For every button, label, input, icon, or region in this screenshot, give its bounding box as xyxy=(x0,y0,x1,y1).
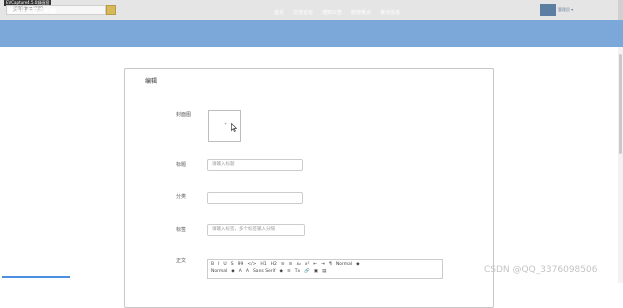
background-color-button[interactable]: A xyxy=(246,268,249,275)
h2-button[interactable]: H2 xyxy=(271,261,277,268)
font-select-arrow-icon: ◆ xyxy=(279,269,283,274)
card-heading: 编辑 xyxy=(145,78,158,85)
header-select[interactable]: Normal xyxy=(211,268,227,275)
bold-button[interactable]: B xyxy=(211,261,214,268)
quote-button[interactable]: 99 xyxy=(238,261,244,268)
clear-format-button[interactable]: Tx xyxy=(295,268,300,275)
font-select[interactable]: Sans Serif xyxy=(253,268,276,275)
cover-label: 封面图 xyxy=(176,112,192,118)
loading-progress-bar xyxy=(2,276,70,278)
link-icon[interactable]: 🔗 xyxy=(304,268,310,275)
tags-input[interactable]: 请输入标签，多个标签输入分隔 xyxy=(207,224,305,236)
italic-button[interactable]: I xyxy=(218,261,219,268)
title-input[interactable]: 请输入标题 xyxy=(207,159,303,171)
title-label: 标题 xyxy=(176,162,187,168)
indent-button[interactable]: ⇥ xyxy=(321,261,325,268)
upload-plus-icon: + xyxy=(224,121,228,126)
page-scrollbar-thumb[interactable] xyxy=(619,54,622,154)
font-color-button[interactable]: A xyxy=(239,268,242,275)
nav-item-attraction-info[interactable]: 景点信息 xyxy=(380,9,400,17)
site-header xyxy=(0,20,623,47)
size-select[interactable]: Normal xyxy=(336,261,352,268)
outdent-button[interactable]: ⇤ xyxy=(313,261,317,268)
ordered-list-button[interactable]: ≡ xyxy=(281,261,285,268)
tags-label: 标签 xyxy=(176,227,187,233)
window-scrollbar[interactable] xyxy=(618,0,623,20)
size-select-arrow-icon: ◆ xyxy=(356,262,360,267)
nav-item-home[interactable]: 首页 xyxy=(274,9,284,17)
editor-toolbar-row-2: Normal ◆ A A Sans Serif ◆ ≡ Tx 🔗 ▣ ▤ xyxy=(211,268,326,275)
body-label: 正文 xyxy=(176,258,187,264)
mouse-cursor-icon xyxy=(231,123,237,132)
watermark: CSDN @QQ_3376098506 xyxy=(484,265,598,275)
underline-button[interactable]: U xyxy=(223,261,226,268)
direction-button[interactable]: ¶ xyxy=(329,261,332,268)
video-icon[interactable]: ▤ xyxy=(322,268,326,275)
recorder-search-button[interactable] xyxy=(106,5,116,15)
nav-item-notice[interactable]: 通知公告 xyxy=(322,9,342,17)
avatar[interactable] xyxy=(540,4,556,16)
strike-button[interactable]: S xyxy=(231,261,234,268)
bullet-list-button[interactable]: ≡ xyxy=(289,261,293,268)
nav-item-attractions[interactable]: 旅游景点 xyxy=(351,9,371,17)
code-button[interactable]: </> xyxy=(247,261,256,268)
site-title: 旅游景点管理系统 xyxy=(8,8,57,15)
user-menu[interactable]: 管理员 ▾ xyxy=(558,7,573,13)
editor-toolbar-row-1: B I U S 99 </> H1 H2 ≡ ≡ x₂ x² ⇤ ⇥ ¶ Nor… xyxy=(211,261,360,268)
category-select[interactable] xyxy=(207,192,303,204)
h1-button[interactable]: H1 xyxy=(260,261,266,268)
align-button[interactable]: ≡ xyxy=(287,268,291,275)
subscript-button[interactable]: x₂ xyxy=(296,261,300,268)
header-select-arrow-icon: ◆ xyxy=(231,269,235,274)
category-label: 分类 xyxy=(176,194,187,200)
main-nav: 首页 交流论坛 通知公告 旅游景点 景点信息 xyxy=(274,9,400,17)
nav-item-forum[interactable]: 交流论坛 xyxy=(293,9,313,17)
image-icon[interactable]: ▣ xyxy=(314,268,318,275)
superscript-button[interactable]: x² xyxy=(305,261,309,268)
